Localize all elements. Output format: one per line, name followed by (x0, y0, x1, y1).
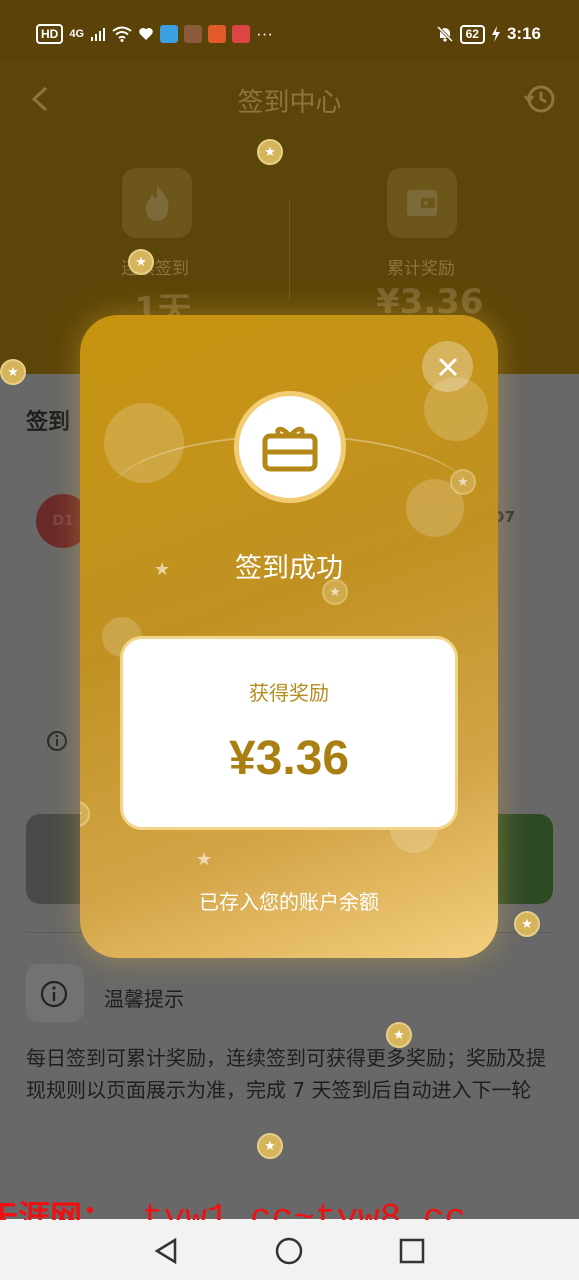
app-notification-icon (232, 25, 251, 43)
coin-decoration: ★ (386, 1022, 412, 1048)
battery-level: 62 (459, 24, 485, 44)
status-bar-right: 62 3:16 (436, 24, 541, 44)
coin-decoration: ★ (257, 1133, 283, 1159)
coin-decoration: ★ (514, 911, 540, 937)
reward-card: 获得奖励 ¥3.36 (120, 636, 458, 830)
page-title: 签到中心 (237, 88, 342, 118)
recent-apps-nav-icon[interactable] (397, 1236, 427, 1266)
total-reward-label: 累计奖励 (387, 259, 455, 279)
deposit-note: 已存入您的账户余额 (199, 890, 379, 914)
coin-decoration: ★ (257, 139, 283, 165)
app-notification-icon (208, 25, 227, 43)
clock: 3:16 (506, 24, 541, 43)
tips-body: 每日签到可累计奖励，连续签到可获得更多奖励；奖励及提现规则以页面展示为准，完成 … (26, 1046, 546, 1102)
star-decoration: ★ (196, 849, 213, 870)
gift-icon (262, 426, 318, 472)
coin-decoration: ★ (80, 801, 90, 827)
wifi-icon (112, 26, 132, 42)
close-icon (438, 357, 457, 376)
info-icon (47, 731, 67, 751)
mute-bell-icon (436, 25, 453, 43)
streak-icon-box (122, 168, 192, 238)
reward-amount: ¥3.36 (228, 732, 350, 785)
back-nav-icon[interactable] (151, 1236, 181, 1266)
info-icon (40, 980, 68, 1008)
coin-decoration: ★ (128, 249, 154, 275)
history-icon[interactable] (523, 82, 557, 116)
success-title: 签到成功 (235, 553, 343, 584)
tips-title: 温馨提示 (104, 987, 184, 1011)
section-title: 签到 (26, 410, 71, 435)
app-notification-icon (160, 25, 179, 43)
gift-badge (234, 391, 346, 503)
close-button[interactable] (422, 341, 473, 392)
wallet-icon-box (387, 168, 457, 238)
wallet-icon (407, 190, 437, 216)
network-type: 4G (69, 28, 85, 40)
coin-decoration: ★ (0, 359, 26, 385)
navigation-bar (0, 1220, 579, 1280)
status-bar: HD 4G ··· 62 3:16 (0, 0, 579, 60)
status-bar-left: HD 4G ··· (36, 24, 273, 44)
hd-indicator: HD (36, 24, 64, 44)
reward-label: 获得奖励 (249, 681, 329, 705)
coin-decoration: ★ (450, 469, 476, 495)
heart-icon (139, 28, 153, 40)
app-notification-icon (184, 25, 203, 43)
signal-icon (91, 28, 106, 41)
stats-divider (289, 200, 290, 300)
charging-icon (491, 26, 500, 42)
home-nav-icon[interactable] (274, 1236, 304, 1266)
more-notifications-icon: ··· (256, 24, 274, 43)
flame-icon (145, 186, 169, 221)
